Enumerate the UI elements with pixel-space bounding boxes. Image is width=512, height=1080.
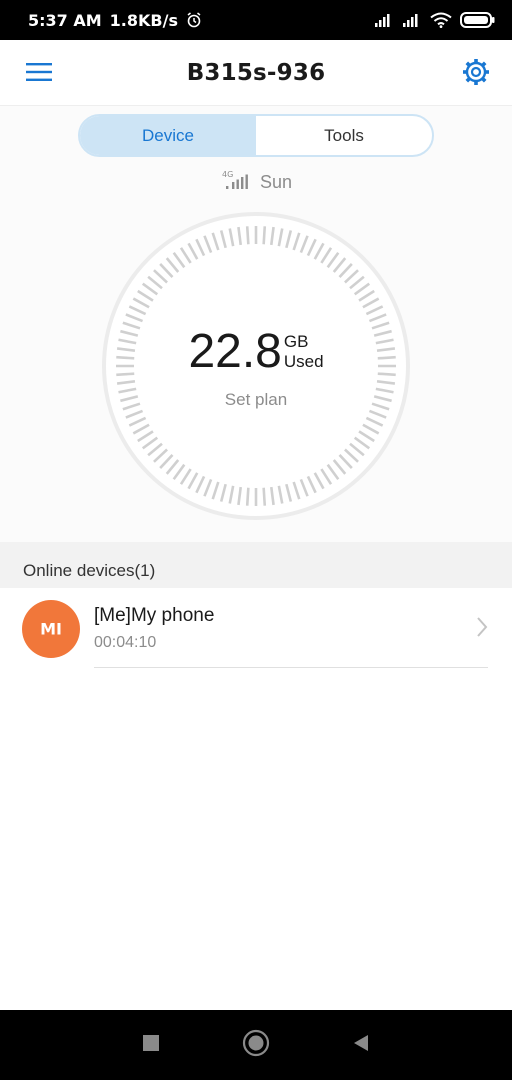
navigation-bar bbox=[0, 1010, 512, 1080]
network-status: 4G Sun bbox=[0, 170, 512, 194]
section-divider bbox=[0, 542, 512, 554]
tab-device[interactable]: Device bbox=[80, 116, 256, 155]
list-item[interactable]: MI [Me]My phone 00:04:10 bbox=[0, 588, 512, 670]
back-button[interactable] bbox=[346, 1030, 376, 1060]
settings-button[interactable] bbox=[456, 54, 496, 94]
home-icon bbox=[242, 1029, 270, 1062]
online-devices-list: MI [Me]My phone 00:04:10 bbox=[0, 588, 512, 1008]
svg-text:4G: 4G bbox=[222, 170, 233, 179]
status-bar: 5:37 AM 1.8KB/s bbox=[0, 0, 512, 40]
tab-tools[interactable]: Tools bbox=[256, 116, 432, 155]
main-content: Device Tools 4G Sun 22.8 GB Used Set pla… bbox=[0, 106, 512, 542]
usage-unit: GB bbox=[283, 332, 309, 351]
gear-icon bbox=[461, 57, 491, 92]
recents-icon bbox=[142, 1034, 160, 1057]
usage-summary: 22.8 GB Used Set plan bbox=[100, 210, 412, 522]
alarm-icon bbox=[186, 12, 202, 28]
network-name: Sun bbox=[259, 171, 293, 192]
device-duration: 00:04:10 bbox=[94, 634, 157, 651]
page-title: B315s-936 bbox=[186, 59, 326, 86]
usage-value: 22.8 bbox=[188, 325, 282, 378]
menu-icon bbox=[26, 62, 52, 87]
status-time: 5:37 AM bbox=[28, 10, 102, 30]
online-devices-header: Online devices(1) bbox=[0, 554, 512, 588]
status-right bbox=[374, 11, 496, 29]
set-plan-link[interactable]: Set plan bbox=[225, 390, 287, 410]
segmented-tabs: Device Tools bbox=[78, 114, 434, 157]
row-divider bbox=[94, 667, 488, 668]
status-speed: 1.8KB/s bbox=[109, 10, 178, 30]
cellular-signal-icon bbox=[402, 12, 422, 28]
usage-row: 22.8 GB Used bbox=[188, 328, 323, 376]
wifi-icon bbox=[430, 12, 452, 28]
svg-text:MI: MI bbox=[40, 620, 62, 639]
menu-button[interactable] bbox=[18, 54, 60, 94]
chevron-right-icon bbox=[476, 616, 488, 643]
app-bar: B315s-936 bbox=[0, 40, 512, 106]
recents-button[interactable] bbox=[136, 1030, 166, 1060]
back-icon bbox=[351, 1033, 371, 1058]
cellular-signal-icon bbox=[374, 12, 394, 28]
signal-bars-icon: 4G bbox=[220, 169, 252, 196]
avatar: MI bbox=[22, 600, 80, 658]
battery-icon bbox=[460, 11, 496, 29]
usage-units: GB Used bbox=[284, 332, 324, 372]
usage-label: Used bbox=[283, 352, 324, 371]
status-left: 5:37 AM 1.8KB/s bbox=[28, 11, 202, 30]
device-name: [Me]My phone bbox=[94, 605, 215, 626]
home-button[interactable] bbox=[241, 1029, 271, 1062]
